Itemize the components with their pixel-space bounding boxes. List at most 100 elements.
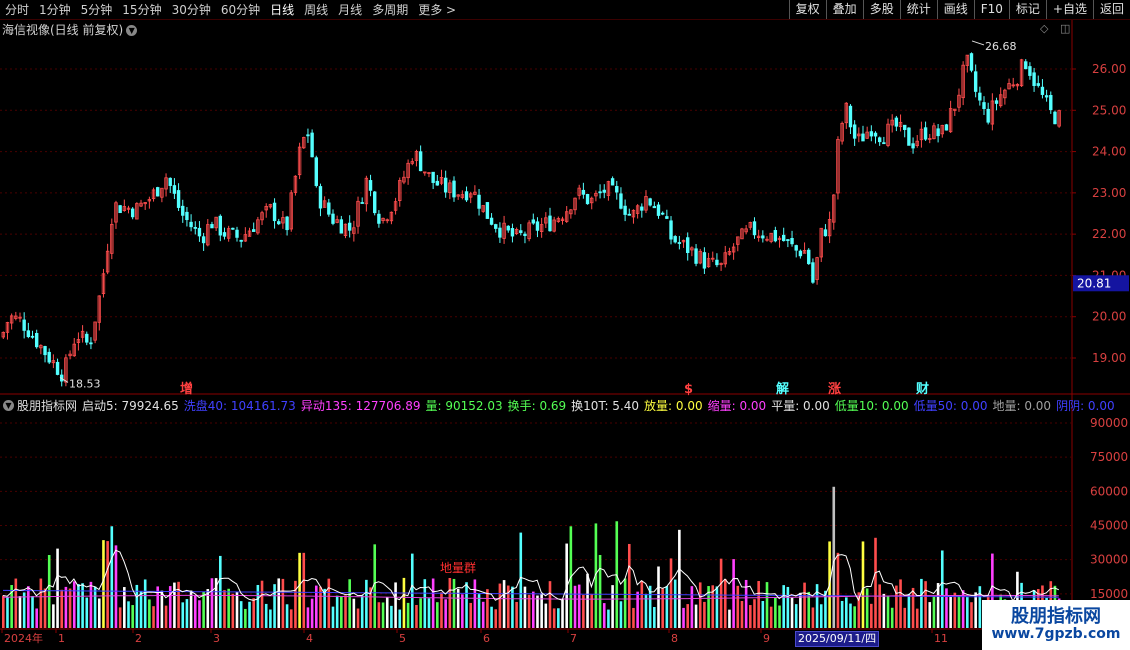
indicator-value-11: 地量: 0.00 xyxy=(992,398,1052,413)
volume-bar xyxy=(903,607,907,628)
indicator-name[interactable]: 股朋指标网 xyxy=(17,397,77,414)
period-bar: 分时 1分钟 5分钟 15分钟 30分钟 60分钟 日线 周线 月线 多周期 更多 > xyxy=(0,0,461,19)
volume-bar xyxy=(653,607,656,628)
high-price-label: 26.68 xyxy=(985,40,1017,53)
period-tab-6[interactable]: 日线 xyxy=(265,1,299,18)
candle-body xyxy=(1049,95,1053,111)
volume-bar xyxy=(794,604,798,628)
volume-bar xyxy=(352,598,356,628)
expand-icon[interactable]: ◫ xyxy=(1060,22,1070,35)
volume-bar xyxy=(60,589,64,628)
volume-bar xyxy=(89,581,93,628)
toolbar-button-1[interactable]: 叠加 xyxy=(825,0,863,19)
volume-bar xyxy=(865,588,869,628)
candle-body xyxy=(598,191,602,194)
candle-body xyxy=(310,132,314,158)
volume-bar xyxy=(557,608,560,628)
candle-body xyxy=(648,198,652,206)
candle-body xyxy=(615,186,619,193)
toolbar-button-5[interactable]: F10 xyxy=(973,0,1009,19)
volume-bar xyxy=(244,608,247,628)
candle-body xyxy=(156,187,160,197)
candle-body xyxy=(201,236,206,244)
volume-bar xyxy=(949,596,952,628)
period-tab-10[interactable]: 更多 > xyxy=(413,1,461,18)
volume-bar xyxy=(373,544,377,628)
candle-body xyxy=(26,330,31,338)
volume-bar xyxy=(456,588,460,628)
chevron-down-icon[interactable]: ▼ xyxy=(126,25,138,36)
chart-title-text: 海信视像(日线 前复权) xyxy=(2,23,124,37)
candle-body xyxy=(431,171,435,183)
volume-bar xyxy=(932,596,936,628)
toolbar-button-2[interactable]: 多股 xyxy=(862,0,900,19)
period-tab-5[interactable]: 60分钟 xyxy=(216,1,265,18)
candle-body xyxy=(1053,111,1057,125)
period-tab-3[interactable]: 15分钟 xyxy=(117,1,166,18)
chevron-down-icon[interactable]: ▼ xyxy=(3,399,14,411)
volume-bar xyxy=(39,578,43,628)
candle-body xyxy=(585,193,590,205)
candle-body xyxy=(43,346,47,356)
time-tick-label: 7 xyxy=(570,632,577,645)
candle-body xyxy=(911,143,915,149)
volume-bar xyxy=(682,607,685,628)
volume-bar xyxy=(160,590,164,628)
time-tick-label: 3 xyxy=(213,632,220,645)
volume-bar xyxy=(899,579,902,628)
toolbar-button-8[interactable]: 返回 xyxy=(1092,0,1130,19)
chart-canvas[interactable]: 26.0025.0024.0023.0022.0021.0020.0019.00… xyxy=(0,20,1130,650)
toolbar-button-4[interactable]: 画线 xyxy=(936,0,974,19)
period-tab-9[interactable]: 多周期 xyxy=(367,1,413,18)
toolbar-button-6[interactable]: 标记 xyxy=(1008,0,1046,19)
volume-bar xyxy=(281,578,285,628)
volume-bar xyxy=(736,585,740,628)
volume-bar xyxy=(552,608,556,628)
volume-bar xyxy=(723,579,727,628)
time-tick-label: 4 xyxy=(306,632,313,645)
candle-body xyxy=(752,221,757,236)
toolbar-right-buttons: 复权 叠加 多股 统计 画线 F10 标记 +自选 返回 xyxy=(788,0,1130,19)
candle-body xyxy=(531,219,535,224)
toolbar-button-0[interactable]: 复权 xyxy=(788,0,826,19)
candle-body xyxy=(994,100,999,104)
volume-bar xyxy=(260,580,264,628)
volume-bar xyxy=(673,579,677,628)
volume-bar xyxy=(277,578,281,628)
volume-bar xyxy=(519,532,523,628)
candle-body xyxy=(790,238,794,245)
volume-bar xyxy=(327,578,331,628)
candle-body xyxy=(197,227,202,237)
toolbar-button-3[interactable]: 统计 xyxy=(899,0,937,19)
volume-bar xyxy=(381,602,385,628)
volume-bar xyxy=(819,604,823,628)
volume-bar xyxy=(778,605,781,628)
period-tab-4[interactable]: 30分钟 xyxy=(167,1,216,18)
period-tab-2[interactable]: 5分钟 xyxy=(76,1,118,18)
period-tab-0[interactable]: 分时 xyxy=(0,1,34,18)
volume-bar xyxy=(47,555,51,628)
volume-bar xyxy=(586,573,589,628)
period-tab-8[interactable]: 月线 xyxy=(333,1,367,18)
volume-bar xyxy=(573,585,577,628)
candle-body xyxy=(973,71,978,92)
volume-bar xyxy=(886,595,890,628)
volume-bar xyxy=(694,604,698,628)
volume-bar xyxy=(532,591,535,628)
volume-bar xyxy=(377,602,381,628)
volume-bar xyxy=(966,597,969,628)
volume-bar xyxy=(657,566,660,628)
candle-body xyxy=(306,134,310,137)
volume-bar xyxy=(419,598,422,628)
candle-body xyxy=(640,206,644,211)
volume-bar xyxy=(811,607,815,628)
diamond-icon[interactable]: ◇ xyxy=(1040,22,1048,35)
toolbar-button-7[interactable]: +自选 xyxy=(1045,0,1093,19)
volume-bar xyxy=(27,586,30,628)
candle-body xyxy=(485,202,490,219)
signal-marker: 涨 xyxy=(827,382,841,397)
period-tab-7[interactable]: 周线 xyxy=(299,1,333,18)
candle-body xyxy=(923,127,928,140)
period-tab-1[interactable]: 1分钟 xyxy=(34,1,76,18)
candle-body xyxy=(176,190,181,208)
